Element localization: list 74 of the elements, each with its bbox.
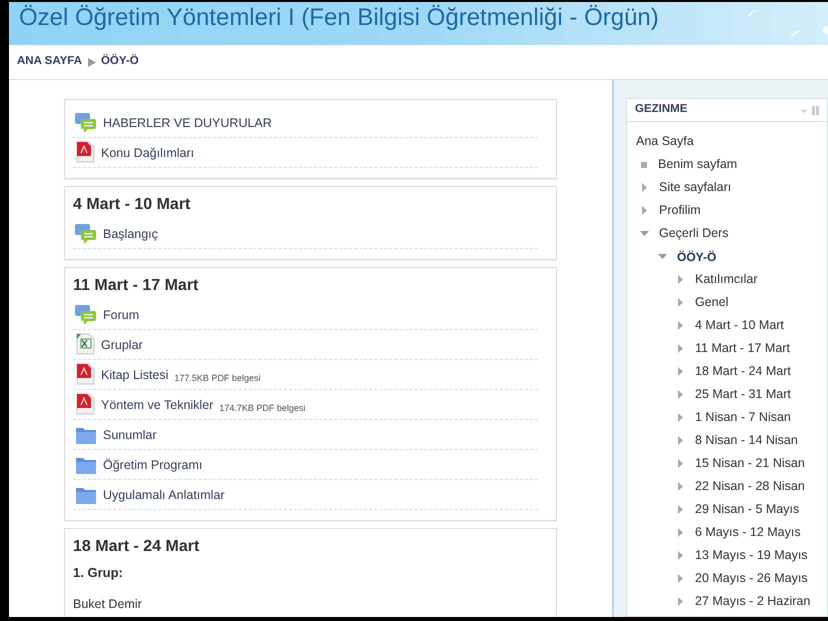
collapsed-triangle-icon	[676, 413, 685, 422]
file-size: 177.5KB PDF belgesi	[174, 372, 260, 385]
nav-link[interactable]: Geçerli Ders	[659, 224, 728, 243]
member-name: Buket Demir	[73, 596, 143, 612]
activity-link[interactable]: Forum	[103, 306, 140, 325]
collapsed-triangle-icon	[676, 390, 685, 399]
collapsed-triangle-icon	[676, 298, 685, 307]
nav-link[interactable]: 20 Mayıs - 26 Mayıs	[695, 569, 808, 588]
section-title: 11 Mart - 17 Mart	[73, 276, 200, 296]
collapsed-triangle-icon	[676, 367, 685, 376]
activity-link[interactable]: Öğretim Programı	[103, 456, 202, 475]
pdf-file-icon	[75, 363, 95, 385]
nav-link[interactable]: 25 Mart - 31 Mart	[695, 385, 791, 404]
expanded-triangle-icon	[640, 229, 649, 238]
nav-link[interactable]: 15 Nisan - 21 Nisan	[695, 454, 805, 473]
pdf-file-icon	[75, 393, 95, 415]
activity-link[interactable]: Gruplar	[101, 336, 143, 355]
collapsed-triangle-icon	[676, 436, 685, 445]
group-heading: 1. Grup:	[73, 564, 124, 582]
breadcrumb-link[interactable]: ÖÖY-Ö	[100, 53, 139, 71]
collapsed-triangle-icon	[676, 528, 685, 537]
breadcrumb-separator-icon	[86, 58, 96, 66]
nav-link[interactable]: 8 Nisan - 14 Nisan	[695, 431, 798, 450]
breadcrumb-link[interactable]: ANA SAYFA	[17, 53, 82, 71]
nav-link[interactable]: Benim sayfam	[658, 155, 738, 174]
collapsed-triangle-icon	[676, 551, 685, 560]
collapsed-triangle-icon	[676, 482, 685, 491]
collapsed-triangle-icon	[676, 344, 685, 353]
block-controls-icon[interactable]	[799, 105, 819, 115]
activity-link[interactable]: Yöntem ve Teknikler	[101, 396, 214, 415]
nav-link[interactable]: Genel	[695, 293, 728, 312]
chat-bubbles-icon	[75, 113, 97, 133]
nav-link[interactable]: 1 Nisan - 7 Nisan	[695, 408, 791, 427]
collapsed-triangle-icon	[640, 206, 649, 215]
nav-link[interactable]: 27 Mayıs - 2 Haziran	[695, 592, 810, 611]
nav-link[interactable]: 29 Nisan - 5 Mayıs	[695, 500, 800, 519]
activity-link[interactable]: Sunumlar	[103, 426, 156, 445]
section-title: 4 Mart - 10 Mart	[73, 195, 192, 215]
nav-link[interactable]: 22 Nisan - 28 Nisan	[695, 477, 805, 496]
collapsed-triangle-icon	[676, 574, 685, 583]
course-link[interactable]: ÖÖY-Ö	[677, 248, 716, 266]
collapsed-triangle-icon	[676, 505, 685, 514]
nav-link[interactable]: Site sayfaları	[659, 178, 732, 197]
chat-bubbles-icon	[75, 224, 97, 244]
collapsed-triangle-icon	[676, 459, 685, 468]
folder-icon	[75, 486, 97, 505]
folder-icon	[75, 456, 97, 475]
course-title: Özel Öğretim Yöntemleri I (Fen Bilgisi Öğretmenliği - Örgün)	[18, 3, 659, 32]
activity-link[interactable]: Konu Dağılımları	[101, 144, 194, 163]
activity-link[interactable]: Başlangıç	[103, 225, 158, 244]
activity-link[interactable]: Uygulamalı Anlatımlar	[103, 486, 225, 505]
pdf-file-icon	[75, 141, 95, 163]
nav-link[interactable]: 4 Mart - 10 Mart	[695, 316, 784, 335]
activity-link[interactable]: Kitap Listesi	[101, 366, 168, 385]
chat-bubbles-icon	[75, 305, 97, 325]
nav-link[interactable]: 6 Mayıs - 12 Mayıs	[695, 523, 801, 542]
nav-link[interactable]: 13 Mayıs - 19 Mayıs	[695, 546, 808, 565]
nav-link[interactable]: Katılımcılar	[695, 270, 758, 289]
collapsed-triangle-icon	[676, 275, 685, 284]
expanded-triangle-icon	[658, 252, 667, 261]
collapsed-triangle-icon	[640, 183, 649, 192]
nav-link[interactable]: Ana Sayfa	[636, 132, 694, 151]
nav-link[interactable]: Profilim	[659, 201, 701, 220]
nav-link[interactable]: 11 Mart - 17 Mart	[695, 339, 790, 358]
block-title: GEZINME	[635, 102, 688, 118]
bullet-icon	[641, 162, 647, 168]
activity-link[interactable]: HABERLER VE DUYURULAR	[103, 114, 272, 133]
nav-link[interactable]: 18 Mart - 24 Mart	[695, 362, 791, 381]
folder-icon	[75, 426, 97, 445]
collapsed-triangle-icon	[676, 321, 685, 330]
spreadsheet-file-icon	[75, 333, 95, 355]
section-title: 18 Mart - 24 Mart	[73, 537, 200, 557]
file-size: 174.7KB PDF belgesi	[219, 402, 306, 415]
collapsed-triangle-icon	[676, 597, 685, 606]
